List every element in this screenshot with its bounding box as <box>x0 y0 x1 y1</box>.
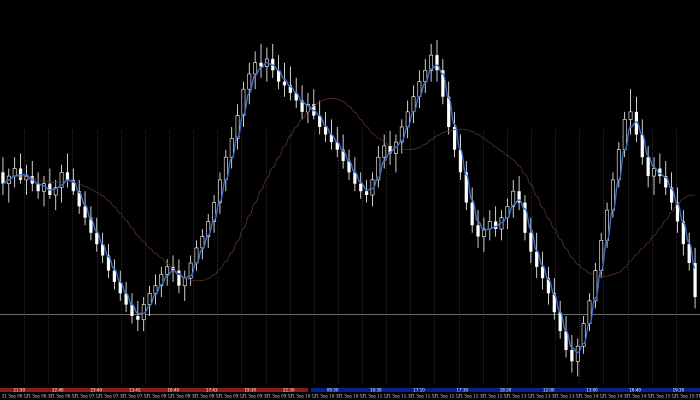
session-header-label: 16:40 <box>167 387 179 392</box>
session-header-label: 17:43 <box>206 387 218 392</box>
candle-body <box>487 221 492 230</box>
candle-body <box>259 62 263 67</box>
candle-body <box>529 232 533 252</box>
session-header-label: 17:30 <box>457 387 469 392</box>
candle-body <box>470 202 474 226</box>
candle-body <box>382 145 387 158</box>
session-header-label: 10:30 <box>370 387 382 392</box>
session-header-label: 21:50 <box>13 387 25 392</box>
candle-body <box>136 315 140 320</box>
candle-body <box>36 183 40 192</box>
session-header-label: 18:30 <box>500 387 512 392</box>
candle-body <box>535 251 539 267</box>
x-tick-label: 21 Sep 15:37 <box>674 394 700 399</box>
candle-body <box>147 292 152 305</box>
candle-body <box>153 285 158 294</box>
session-header-label: 19:30 <box>673 387 685 392</box>
candle-body <box>229 138 234 158</box>
candle-series <box>1 40 697 377</box>
session-header-label: 13:42 <box>129 387 141 392</box>
trading-chart[interactable]: 21:50 22:40 23:40 13:42 16:40 17:43 19:30 22:30… <box>0 0 700 400</box>
candle-body <box>540 266 545 279</box>
candle-body <box>359 183 363 192</box>
candle-body <box>165 266 170 275</box>
session-header-label: 16:40 <box>629 387 641 392</box>
session-header-label: 09:30 <box>327 387 339 392</box>
session-header-label: 17:10 <box>413 387 425 392</box>
candle-body <box>435 55 439 71</box>
candle-body <box>423 69 428 82</box>
session-header-label: 19:30 <box>244 387 256 392</box>
candle-body <box>282 81 287 86</box>
candle-body <box>494 221 498 230</box>
candle-body <box>364 191 369 195</box>
candle-body <box>200 236 205 249</box>
candle-body <box>652 168 656 177</box>
session-header-label: 22:40 <box>52 387 64 392</box>
candle-body <box>646 157 650 177</box>
session-header-label: 23:40 <box>90 387 102 392</box>
session-header-label: 22:30 <box>283 387 295 392</box>
candle-body <box>570 349 574 362</box>
candle-body <box>452 126 457 150</box>
x-axis-tick-labels: 21 Sep 06:1721 Sep 06:3721 Sep 06:5721 S… <box>2 394 700 399</box>
session-bar-left <box>0 388 308 392</box>
candle-body <box>476 225 480 237</box>
candle-body <box>253 62 258 75</box>
candle-body <box>628 111 633 120</box>
candle-body <box>575 345 580 362</box>
candle-body <box>42 183 46 192</box>
candle-body <box>95 232 99 245</box>
candle-body <box>12 168 17 177</box>
candle-body <box>65 172 70 180</box>
candle-body <box>182 277 187 287</box>
price-chart-svg[interactable]: 21:50 22:40 23:40 13:42 16:40 17:43 19:30 22:30… <box>0 0 700 400</box>
candle-body <box>247 73 252 90</box>
session-header-label: 12:00 <box>543 387 555 392</box>
candle-body <box>622 119 627 150</box>
candle-body <box>83 206 87 218</box>
session-header-label: 13:00 <box>586 387 598 392</box>
candle-body <box>323 126 328 135</box>
candle-body <box>1 172 5 184</box>
candle-body <box>112 270 116 282</box>
